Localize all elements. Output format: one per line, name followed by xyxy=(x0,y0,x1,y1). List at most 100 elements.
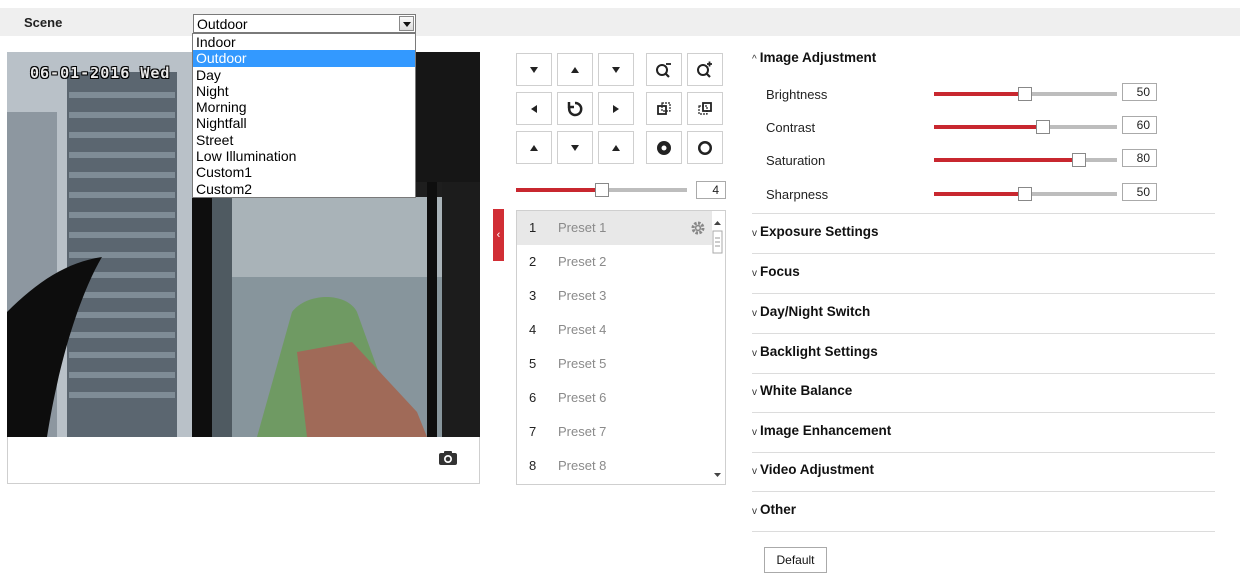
section-image-enhancement[interactable]: v Image Enhancement xyxy=(752,423,891,438)
preset-name: Preset 7 xyxy=(558,424,607,439)
preset-row[interactable]: 6 Preset 6 xyxy=(517,381,712,415)
slider-handle[interactable] xyxy=(1036,120,1050,134)
default-button[interactable]: Default xyxy=(764,547,827,573)
arrow-icon xyxy=(571,66,579,73)
preset-name: Preset 5 xyxy=(558,356,607,371)
ptz-down-right-button[interactable] xyxy=(598,131,634,164)
preset-row[interactable]: 4 Preset 4 xyxy=(517,313,712,347)
video-toolbar xyxy=(7,437,480,484)
chevron-down-icon[interactable] xyxy=(399,16,414,31)
collapse-panel-button[interactable]: ‹ xyxy=(493,209,504,261)
slider-value[interactable]: 60 xyxy=(1122,116,1157,134)
zoom-in-button[interactable] xyxy=(687,53,723,86)
section-day-night-switch[interactable]: v Day/Night Switch xyxy=(752,304,870,319)
scene-option[interactable]: Custom2 xyxy=(193,181,415,197)
scene-option[interactable]: Street xyxy=(193,132,415,148)
preset-name: Preset 3 xyxy=(558,288,607,303)
preset-number: 1 xyxy=(529,220,537,235)
scene-option[interactable]: Custom1 xyxy=(193,164,415,180)
slider-label: Sharpness xyxy=(766,187,829,202)
scene-option[interactable]: Night xyxy=(193,83,415,99)
slider-fill xyxy=(934,158,1080,162)
preset-row[interactable]: 2 Preset 2 xyxy=(517,245,712,279)
preset-row[interactable]: 7 Preset 7 xyxy=(517,415,712,449)
preset-scrollbar[interactable] xyxy=(710,211,725,484)
section-divider xyxy=(752,452,1215,453)
zoom-out-button[interactable] xyxy=(646,53,682,86)
arrow-icon xyxy=(530,144,538,151)
focus-near-button[interactable] xyxy=(646,92,682,125)
preset-name: Preset 8 xyxy=(558,458,607,473)
ptz-up-right-button[interactable] xyxy=(598,53,634,86)
chevron-down-icon: v xyxy=(752,387,757,398)
ptz-up-button[interactable] xyxy=(557,53,593,86)
scene-option[interactable]: Nightfall xyxy=(193,115,415,131)
preset-number: 5 xyxy=(529,356,537,371)
preset-row[interactable]: 8 Preset 8 xyxy=(517,449,712,483)
preset-row[interactable]: 3 Preset 3 xyxy=(517,279,712,313)
scene-option[interactable]: Morning xyxy=(193,99,415,115)
scene-select-value: Outdoor xyxy=(197,16,248,32)
scene-option[interactable]: Outdoor xyxy=(193,50,415,67)
chevron-down-icon: v xyxy=(752,348,757,359)
section-other[interactable]: v Other xyxy=(752,502,796,517)
preset-number: 6 xyxy=(529,390,537,405)
iris-open-icon xyxy=(698,140,712,155)
preset-name: Preset 4 xyxy=(558,322,607,337)
section-image-adjustment[interactable]: ^ Image Adjustment xyxy=(752,50,876,65)
gear-icon[interactable] xyxy=(690,220,706,236)
ptz-auto-button[interactable] xyxy=(557,92,593,125)
section-divider xyxy=(752,213,1215,214)
section-white-balance[interactable]: v White Balance xyxy=(752,383,852,398)
preset-number: 7 xyxy=(529,424,537,439)
focus-far-icon xyxy=(698,101,712,115)
scene-dropdown-list: Indoor Outdoor Day Night Morning Nightfall Str… xyxy=(192,33,416,198)
camera-snapshot-icon[interactable] xyxy=(438,450,458,466)
video-osd-timestamp: 06-01-2016 Wed xyxy=(30,64,171,82)
section-exposure-settings[interactable]: v Exposure Settings xyxy=(752,224,879,239)
arrow-icon xyxy=(530,66,538,73)
slider-handle[interactable] xyxy=(1072,153,1086,167)
preset-row[interactable]: 1 Preset 1 xyxy=(517,211,712,245)
slider-fill xyxy=(934,92,1026,96)
section-divider xyxy=(752,333,1215,334)
preset-name: Preset 6 xyxy=(558,390,607,405)
arrow-icon xyxy=(612,144,620,151)
chevron-down-icon: v xyxy=(752,268,757,279)
slider-value[interactable]: 80 xyxy=(1122,149,1157,167)
ptz-speed-handle[interactable] xyxy=(595,183,609,197)
scene-option[interactable]: Indoor xyxy=(193,34,415,50)
auto-rotate-icon xyxy=(567,101,583,116)
ptz-up-left-button[interactable] xyxy=(516,53,552,86)
chevron-down-icon: v xyxy=(752,466,757,477)
scene-label: Scene xyxy=(24,15,63,30)
section-divider xyxy=(752,491,1215,492)
ptz-left-button[interactable] xyxy=(516,92,552,125)
section-backlight-settings[interactable]: v Backlight Settings xyxy=(752,344,878,359)
ptz-speed-fill xyxy=(516,188,602,192)
preset-row[interactable]: 5 Preset 5 xyxy=(517,347,712,381)
slider-label: Saturation xyxy=(766,153,826,168)
section-focus[interactable]: v Focus xyxy=(752,264,800,279)
slider-handle[interactable] xyxy=(1018,87,1032,101)
chevron-down-icon: v xyxy=(752,506,757,517)
ptz-down-left-button[interactable] xyxy=(516,131,552,164)
preset-number: 3 xyxy=(529,288,537,303)
ptz-speed-value[interactable]: 4 xyxy=(696,181,726,199)
slider-value[interactable]: 50 xyxy=(1122,183,1157,201)
section-video-adjustment[interactable]: v Video Adjustment xyxy=(752,462,874,477)
scene-option[interactable]: Low Illumination xyxy=(193,148,415,164)
focus-far-button[interactable] xyxy=(687,92,723,125)
preset-list: 1 Preset 1 2 Preset 2 3 Preset 3 4 Preset 4 5 Pre… xyxy=(516,210,726,485)
iris-open-button[interactable] xyxy=(687,131,723,164)
scene-select[interactable]: Outdoor xyxy=(193,14,416,33)
preset-name: Preset 1 xyxy=(558,220,607,235)
slider-handle[interactable] xyxy=(1018,187,1032,201)
scene-option[interactable]: Day xyxy=(193,67,415,83)
section-divider xyxy=(752,373,1215,374)
ptz-right-button[interactable] xyxy=(598,92,634,125)
ptz-down-button[interactable] xyxy=(557,131,593,164)
iris-close-button[interactable] xyxy=(646,131,682,164)
scene-bar xyxy=(0,8,1240,36)
slider-value[interactable]: 50 xyxy=(1122,83,1157,101)
